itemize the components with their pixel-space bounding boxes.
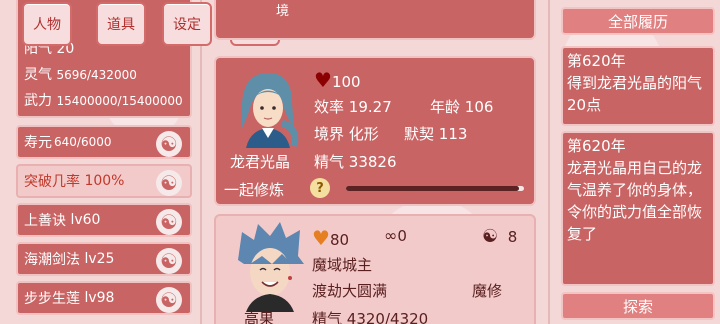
divider-right — [548, 0, 550, 324]
tab-items[interactable]: 道具 — [96, 2, 146, 46]
explore-button[interactable]: 探索 — [561, 292, 715, 320]
wuli-row: 武力 15400000/15400000 — [24, 93, 183, 109]
npc-chain: ∞0 — [384, 226, 407, 245]
help-icon[interactable]: ? — [310, 178, 330, 198]
yin-yang-icon: ☯ — [156, 287, 182, 313]
chain-icon: ∞ — [384, 226, 398, 245]
yin-yang-icon: ☯ — [156, 170, 182, 196]
npc-avatar — [232, 220, 308, 312]
npc-name: 高果 — [244, 310, 275, 324]
divider-left — [200, 0, 202, 324]
lifespan-button[interactable]: 寿元 640/6000 ☯ — [16, 125, 192, 159]
npc-yinyang: ☯ 8 — [482, 226, 518, 247]
cultivate-together-label: 一起修炼 — [224, 181, 285, 199]
cultivation-progress-fill — [346, 186, 519, 191]
yin-yang-icon: ☯ — [482, 226, 499, 247]
npc-card[interactable]: 高果 ♥80 ∞0 ☯ 8 魔域城主 渡劫大圆满 魔修 精气 4320/4320 — [214, 214, 536, 324]
npc-heart: ♥80 — [312, 226, 350, 250]
companion-heart: ♥100 — [314, 68, 361, 92]
essence: 精气 33826 — [314, 153, 397, 171]
skill-haichaojianfa-button[interactable]: 海潮剑法 lv25 ☯ — [16, 242, 192, 276]
history-entry: 第620年 龙君光晶用自己的龙气温养了你的身体，令你的武力值全部恢复了 — [561, 131, 715, 286]
all-history-button[interactable]: 全部履历 — [561, 7, 715, 35]
yin-yang-icon: ☯ — [156, 248, 182, 274]
breakthrough-button[interactable]: 突破几率 100% ☯ — [16, 164, 192, 198]
realm: 境界 化形 — [314, 125, 379, 143]
npc-sect: 魔修 — [472, 282, 503, 300]
npc-essence: 精气 4320/4320 — [312, 310, 429, 324]
heart-icon: ♥ — [312, 226, 330, 250]
efficiency: 效率 19.27 — [314, 98, 392, 116]
skill-shangshanjue-button[interactable]: 上善诀 lv60 ☯ — [16, 203, 192, 237]
lingqi-row: 灵气 5696/432000 — [24, 67, 137, 83]
yin-yang-icon: ☯ — [156, 209, 182, 235]
npc-title: 魔域城主 — [312, 256, 373, 274]
companion-card[interactable]: 龙君光晶 ♥100 效率 19.27 年龄 106 境界 化形 默契 113 精… — [214, 56, 536, 206]
rapport: 默契 113 — [404, 125, 468, 143]
companion-name: 龙君光晶 — [230, 153, 291, 171]
heart-icon: ♥ — [314, 68, 332, 92]
history-entry: 第620年 得到龙君光晶的阳气20点 — [561, 46, 715, 126]
tab-character[interactable]: 人物 — [22, 2, 72, 46]
yin-yang-icon: ☯ — [156, 131, 182, 157]
tab-settings[interactable]: 设定 — [162, 2, 212, 46]
upper-card-fragment: 境 — [214, 0, 536, 40]
skill-bubushenglian-button[interactable]: 步步生莲 lv98 ☯ — [16, 281, 192, 315]
age: 年龄 106 — [430, 98, 494, 116]
cultivation-progress — [346, 186, 524, 191]
companion-avatar — [232, 68, 302, 148]
npc-realm: 渡劫大圆满 — [312, 282, 388, 300]
